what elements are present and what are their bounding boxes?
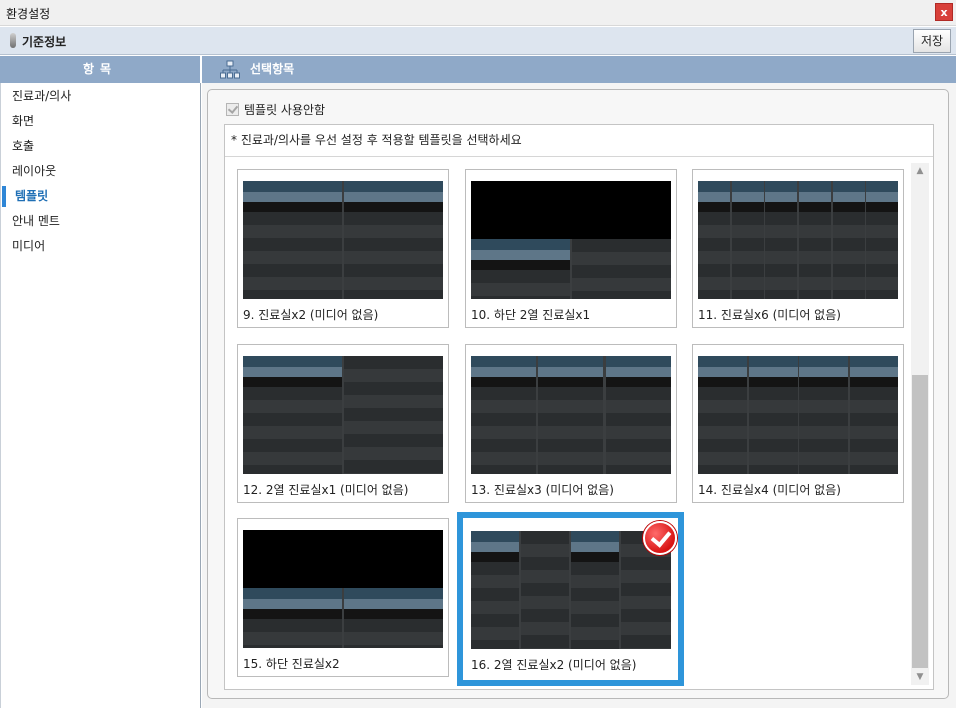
menu-item-media[interactable]: 미디어 [1,234,201,259]
template-thumbnail [698,181,898,299]
left-panel-header: 항목 [0,56,200,83]
template-caption: 15. 하단 진료실x2 [243,657,340,671]
disable-template-label: 템플릿 사용안함 [244,103,326,117]
section-title: 기준정보 [22,35,67,49]
left-header-label: 항목 [82,62,118,76]
menu-item-guide-message[interactable]: 안내 멘트 [1,209,201,234]
template-card[interactable]: 14. 진료실x4 (미디어 없음) [692,344,904,503]
disable-template-checkbox[interactable] [226,103,239,116]
title-bar: 환경설정 x [0,0,956,26]
network-icon [220,60,240,79]
template-panel: 템플릿 사용안함 * 진료과/의사를 우선 설정 후 적용할 템플릿을 선택하세… [207,89,949,699]
menu-item-doctor[interactable]: 진료과/의사 [1,84,201,109]
template-card-selected[interactable]: 16. 2열 진료실x2 (미디어 없음) [457,512,684,686]
close-button[interactable]: x [935,3,953,21]
template-card[interactable]: 9. 진료실x2 (미디어 없음) [237,169,449,328]
template-list-panel: * 진료과/의사를 우선 설정 후 적용할 템플릿을 선택하세요 9. 진료실x… [224,124,934,690]
right-header-label: 선택항목 [250,62,295,76]
info-bar: 기준정보 저장 [0,27,956,55]
menu-item-screen[interactable]: 화면 [1,109,201,134]
scroll-down-arrow-icon[interactable]: ▼ [911,669,929,685]
vertical-scrollbar[interactable]: ▲ ▼ [911,163,929,685]
pin-icon [10,33,16,48]
template-caption: 10. 하단 2열 진료실x1 [471,308,591,322]
template-card[interactable]: 10. 하단 2열 진료실x1 [465,169,677,328]
menu-item-template[interactable]: 템플릿 [1,184,201,209]
template-card[interactable]: 11. 진료실x6 (미디어 없음) [692,169,904,328]
instruction-text: * 진료과/의사를 우선 설정 후 적용할 템플릿을 선택하세요 [225,125,933,157]
template-thumbnail [471,356,671,474]
menu-item-call[interactable]: 호출 [1,134,201,159]
template-caption: 11. 진료실x6 (미디어 없음) [698,308,841,322]
template-caption: 16. 2열 진료실x2 (미디어 없음) [471,658,637,672]
left-menu: 진료과/의사 화면 호출 레이아웃 템플릿 안내 멘트 미디어 [0,83,201,708]
template-thumbnail [243,356,443,474]
check-icon [643,521,677,555]
template-card[interactable]: 15. 하단 진료실x2 [237,518,449,677]
window-title: 환경설정 [6,7,51,21]
template-caption: 13. 진료실x3 (미디어 없음) [471,483,614,497]
template-caption: 12. 2열 진료실x1 (미디어 없음) [243,483,409,497]
template-thumbnail [243,530,443,648]
template-thumbnail [698,356,898,474]
content-area: 템플릿 사용안함 * 진료과/의사를 우선 설정 후 적용할 템플릿을 선택하세… [202,83,956,708]
template-card[interactable]: 12. 2열 진료실x1 (미디어 없음) [237,344,449,503]
right-panel-header: 선택항목 [202,56,956,83]
template-thumbnail [471,181,671,299]
template-card[interactable]: 13. 진료실x3 (미디어 없음) [465,344,677,503]
template-caption: 14. 진료실x4 (미디어 없음) [698,483,841,497]
template-thumbnail [243,181,443,299]
menu-item-layout[interactable]: 레이아웃 [1,159,201,184]
save-button[interactable]: 저장 [913,29,951,53]
scroll-up-arrow-icon[interactable]: ▲ [911,163,929,179]
template-thumbnail [471,531,671,649]
scrollbar-thumb[interactable] [912,375,928,668]
template-caption: 9. 진료실x2 (미디어 없음) [243,308,379,322]
